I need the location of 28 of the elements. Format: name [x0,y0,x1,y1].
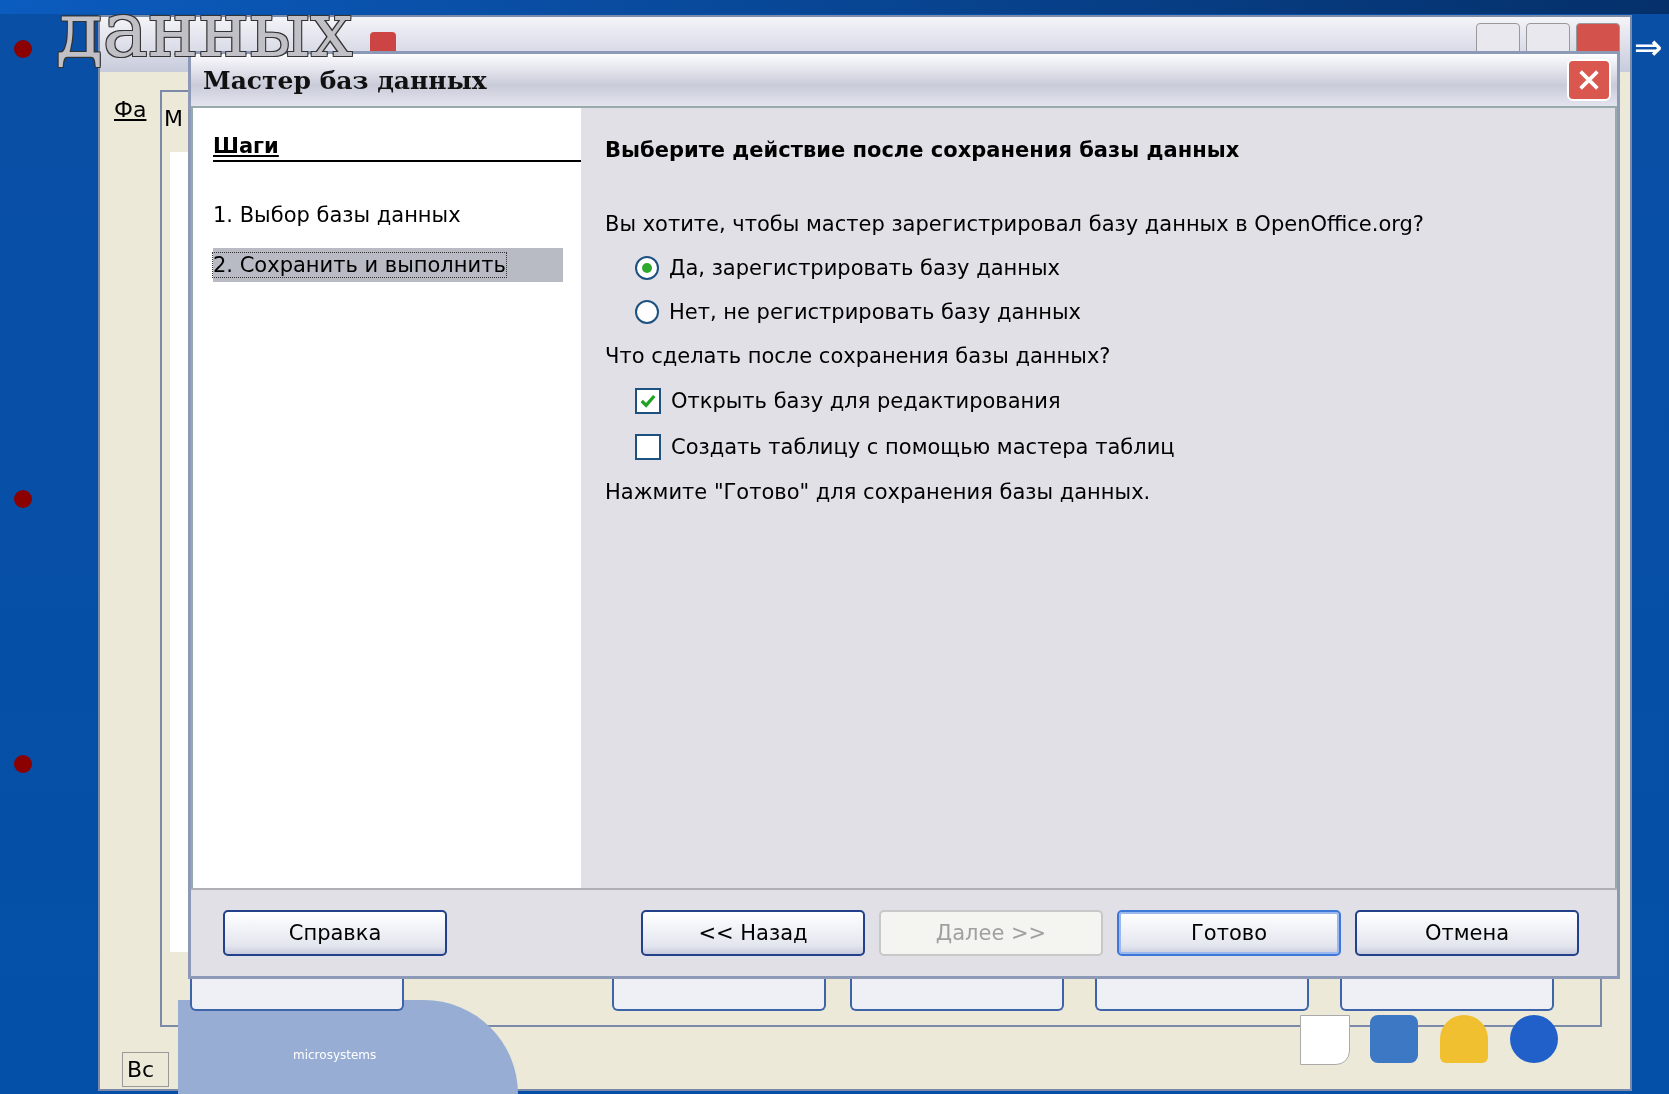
status-button[interactable]: Вс [122,1052,170,1087]
bullet-icon [14,40,32,58]
help-button[interactable]: Справка [223,910,447,956]
option-label[interactable]: Создать таблицу с помощью мастера таблиц [671,435,1175,459]
menu-item[interactable]: Фа [114,97,147,122]
step-item[interactable]: 1. Выбор базы данных [213,198,563,232]
step-item[interactable]: 2. Сохранить и выполнить [213,248,563,282]
button[interactable]: Отмена [1355,910,1579,956]
dialog-title: М [164,106,183,131]
window-title: Мастер баз данных [203,65,487,95]
logo-caption: microsystems [293,1048,377,1062]
prompt-text: Что сделать после сохранения базы данных? [605,344,1112,368]
option-label[interactable]: Открыть базу для редактирования [671,389,1061,413]
bullet-icon [14,755,32,773]
section-heading: Выберите действие после сохранения базы данных [605,138,1241,162]
option-label[interactable]: Нет, не регистрировать базу данных [669,300,1081,324]
radio-button[interactable] [635,300,659,324]
bullet-icon [14,490,32,508]
button[interactable]: Готово [1117,910,1341,956]
prompt-text: Нажмите "Готово" для сохранения базы данных. [605,480,1152,504]
button[interactable]: << Назад [641,910,865,956]
steps-heading: Шаги [213,134,581,162]
option-label[interactable]: Да, зарегистрировать базу данных [669,256,1060,280]
checkbox[interactable] [635,434,661,460]
checkbox[interactable] [635,388,661,414]
radio-button[interactable] [635,256,659,280]
slide-text: ⇒ [1634,30,1663,64]
prompt-text: Вы хотите, чтобы мастер зарегистрировал базу данных в OpenOffice.org? [605,212,1425,236]
